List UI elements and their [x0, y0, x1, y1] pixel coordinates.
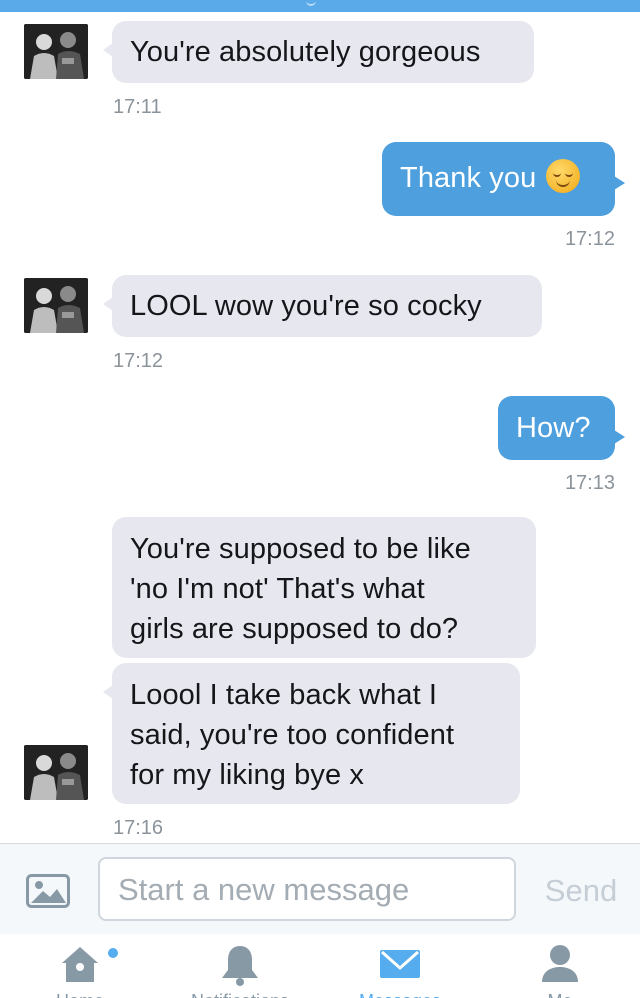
message-bubble-incoming[interactable]: You're absolutely gorgeous — [103, 21, 534, 83]
tab-label: Notifications — [160, 992, 320, 998]
person-icon — [542, 945, 578, 982]
tab-label: Home — [0, 992, 160, 998]
message-line: said, you're too confident — [130, 719, 455, 751]
message-line: for my liking bye x — [130, 759, 364, 791]
send-button[interactable]: Send — [536, 871, 626, 911]
message-line: Loool I take back what I — [130, 679, 438, 711]
message-timestamp: 17:13 — [564, 472, 615, 494]
message-bubble-incoming[interactable]: Loool I take back what I said, you're to… — [103, 663, 520, 804]
sender-avatar[interactable] — [24, 278, 88, 333]
tab-me[interactable]: Me — [480, 934, 640, 998]
message-text: You're absolutely gorgeous — [130, 36, 481, 68]
message-bubble-outgoing[interactable]: Thank you — [382, 142, 625, 216]
notification-dot — [108, 948, 118, 958]
bell-icon — [222, 946, 258, 986]
message-timestamp: 17:12 — [113, 350, 164, 372]
message-timestamp: 17:16 — [113, 817, 164, 839]
image-icon[interactable] — [26, 874, 70, 908]
message-bubble-incoming[interactable]: LOOL wow you're so cocky — [103, 275, 542, 337]
tab-notifications[interactable]: Notifications — [160, 934, 320, 998]
tab-label: Me — [480, 992, 640, 998]
tab-label: Messages — [320, 992, 480, 998]
home-icon — [62, 947, 98, 982]
bottom-tab-bar: Home Notifications Messages Me — [0, 934, 640, 998]
message-timestamp: 17:12 — [564, 228, 615, 250]
envelope-icon — [380, 950, 420, 978]
message-composer: Start a new message Send — [0, 843, 640, 935]
top-bar-strip — [0, 0, 640, 12]
sender-avatar[interactable] — [24, 24, 88, 79]
title-fragment — [306, 0, 316, 6]
message-timestamp: 17:11 — [113, 96, 162, 118]
tab-messages[interactable]: Messages — [320, 934, 480, 998]
message-text: How? — [516, 412, 591, 444]
message-text: Thank you — [400, 162, 537, 194]
relieved-face-emoji-icon — [546, 159, 581, 193]
message-line: You're supposed to be like — [130, 533, 471, 565]
message-input[interactable]: Start a new message — [98, 857, 516, 921]
message-bubble-outgoing[interactable]: How? — [498, 396, 625, 460]
sender-avatar[interactable] — [24, 745, 88, 800]
message-line: girls are supposed to do? — [130, 613, 459, 645]
message-bubble-incoming[interactable]: You're supposed to be like 'no I'm not' … — [112, 517, 536, 658]
message-line: 'no I'm not' That's what — [130, 573, 425, 605]
message-text: LOOL wow you're so cocky — [130, 290, 482, 322]
tab-home[interactable]: Home — [0, 934, 160, 998]
